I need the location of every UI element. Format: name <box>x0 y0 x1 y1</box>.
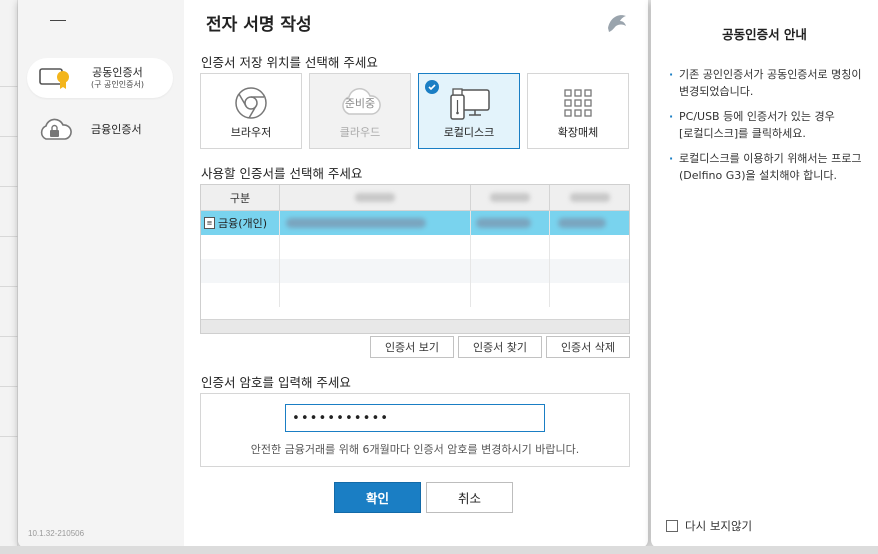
cert-cell-blurred <box>471 211 550 235</box>
info-bullet: PC/USB 등에 인증서가 있는 경우 [로컬디스크]를 클릭하세요. <box>669 108 878 142</box>
info-title: 공동인증서 안내 <box>722 27 807 42</box>
signature-dialog: 공동인증서 (구 공인인증서) 금융인증서 10.1.32-210506 전자 … <box>18 0 648 548</box>
cert-cell-blurred <box>550 211 629 235</box>
ok-button[interactable]: 확인 <box>334 482 421 513</box>
table-row[interactable]: ≡ 금융(개인) <box>201 211 629 235</box>
tile-external-media[interactable]: 확장매체 <box>527 73 629 149</box>
info-panel: 공동인증서 안내 기존 공인인증서가 공동인증서로 명칭이 변경되었습니다. P… <box>651 0 878 548</box>
certificate-icon: ≡ <box>204 217 215 229</box>
column-header-hidden[interactable] <box>471 185 550 210</box>
minimize-button[interactable] <box>49 12 67 30</box>
tile-label: 브라우저 <box>230 126 272 139</box>
sidebar-item-label: 금융인증서 <box>91 122 142 136</box>
cert-cell-blurred <box>280 211 471 235</box>
delete-certificate-button[interactable]: 인증서 삭제 <box>546 336 630 358</box>
table-row <box>201 235 629 259</box>
certificate-table: 구분 ≡ 금융(개인) <box>200 184 630 334</box>
sidebar-item-financial-certificate[interactable]: 금융인증서 <box>27 110 173 150</box>
background-window <box>0 0 18 554</box>
column-header-hidden[interactable] <box>550 185 629 210</box>
grid-icon <box>528 86 628 120</box>
table-scrollbar[interactable] <box>201 319 629 333</box>
dolphin-logo-icon <box>604 10 630 36</box>
info-bullet: 기존 공인인증서가 공동인증서로 명칭이 변경되었습니다. <box>669 66 878 100</box>
sidebar-item-label: 공동인증서 <box>92 66 143 80</box>
password-hint: 안전한 금융거래를 위해 6개월마다 인증서 암호를 변경하시기 바랍니다. <box>250 443 580 456</box>
table-header: 구분 <box>201 185 629 211</box>
column-header-type[interactable]: 구분 <box>201 185 280 210</box>
tile-label: 로컬디스크 <box>443 126 495 139</box>
cert-type-sidebar: 공동인증서 (구 공인인증서) 금융인증서 10.1.32-210506 <box>18 0 184 548</box>
find-certificate-button[interactable]: 인증서 찾기 <box>458 336 542 358</box>
background-taskbar <box>0 546 878 554</box>
sidebar-item-joint-certificate[interactable]: 공동인증서 (구 공인인증서) <box>27 58 173 98</box>
chrome-icon <box>201 86 301 120</box>
table-row <box>201 283 629 307</box>
sidebar-item-sublabel: (구 공인인증서) <box>91 79 144 89</box>
password-label: 인증서 암호를 입력해 주세요 <box>201 375 351 390</box>
tile-local-disk[interactable]: 로컬디스크 <box>418 73 520 149</box>
checkbox-box[interactable] <box>666 520 678 532</box>
tile-browser[interactable]: 브라우저 <box>200 73 302 149</box>
usb-monitor-icon <box>419 86 519 120</box>
cancel-button[interactable]: 취소 <box>426 482 513 513</box>
password-box: 안전한 금융거래를 위해 6개월마다 인증서 암호를 변경하시기 바랍니다. <box>200 393 630 467</box>
storage-label: 인증서 저장 위치를 선택해 주세요 <box>201 55 378 70</box>
dialog-title: 전자 서명 작성 <box>206 15 312 35</box>
tile-label: 클라우드 <box>339 126 381 139</box>
cert-type: 금융(개인) <box>218 217 268 230</box>
cloud-lock-icon <box>35 114 75 146</box>
view-certificate-button[interactable]: 인증서 보기 <box>370 336 454 358</box>
certificate-badge-icon <box>35 62 75 94</box>
dont-show-again-checkbox[interactable]: 다시 보지않기 <box>666 518 752 534</box>
dont-show-label: 다시 보지않기 <box>685 519 753 533</box>
table-row <box>201 259 629 283</box>
certificate-select-label: 사용할 인증서를 선택해 주세요 <box>201 166 363 181</box>
info-bullet: 로컬디스크를 이용하기 위해서는 프로그 (Delfino G3)을 설치해야 … <box>669 150 878 184</box>
coming-soon-badge: 준비중 <box>344 97 376 110</box>
main-panel: 전자 서명 작성 인증서 저장 위치를 선택해 주세요 브라우저 준비중 클라우… <box>184 0 648 548</box>
version-label: 10.1.32-210506 <box>28 529 85 538</box>
tile-label: 확장매체 <box>557 126 599 139</box>
column-header-hidden[interactable] <box>280 185 471 210</box>
password-input[interactable] <box>285 404 545 432</box>
tile-cloud[interactable]: 준비중 클라우드 <box>309 73 411 149</box>
info-list: 기존 공인인증서가 공동인증서로 명칭이 변경되었습니다. PC/USB 등에 … <box>669 66 878 192</box>
